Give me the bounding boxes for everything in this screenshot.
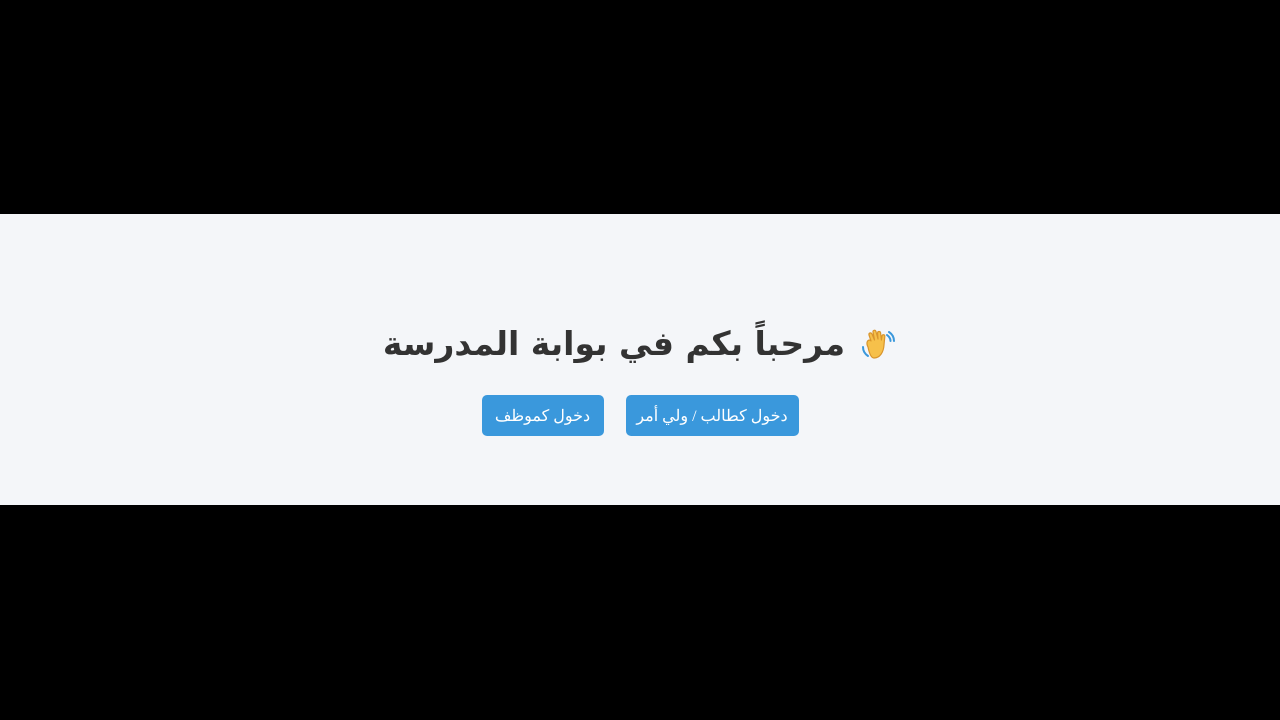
staff-login-button[interactable]: دخول كموظف [481, 395, 604, 436]
login-actions: دخول كطالب / ولي أمر دخول كموظف [0, 395, 1280, 436]
browser-viewport: مرحباً بكم في بوابة المدرسة دخول كطالب /… [0, 0, 1280, 720]
welcome-heading: مرحباً بكم في بوابة المدرسة [0, 319, 1280, 369]
waving-hand-icon [859, 325, 897, 363]
student-parent-login-button[interactable]: دخول كطالب / ولي أمر [625, 395, 799, 436]
page-title: مرحباً بكم في بوابة المدرسة [382, 324, 846, 363]
